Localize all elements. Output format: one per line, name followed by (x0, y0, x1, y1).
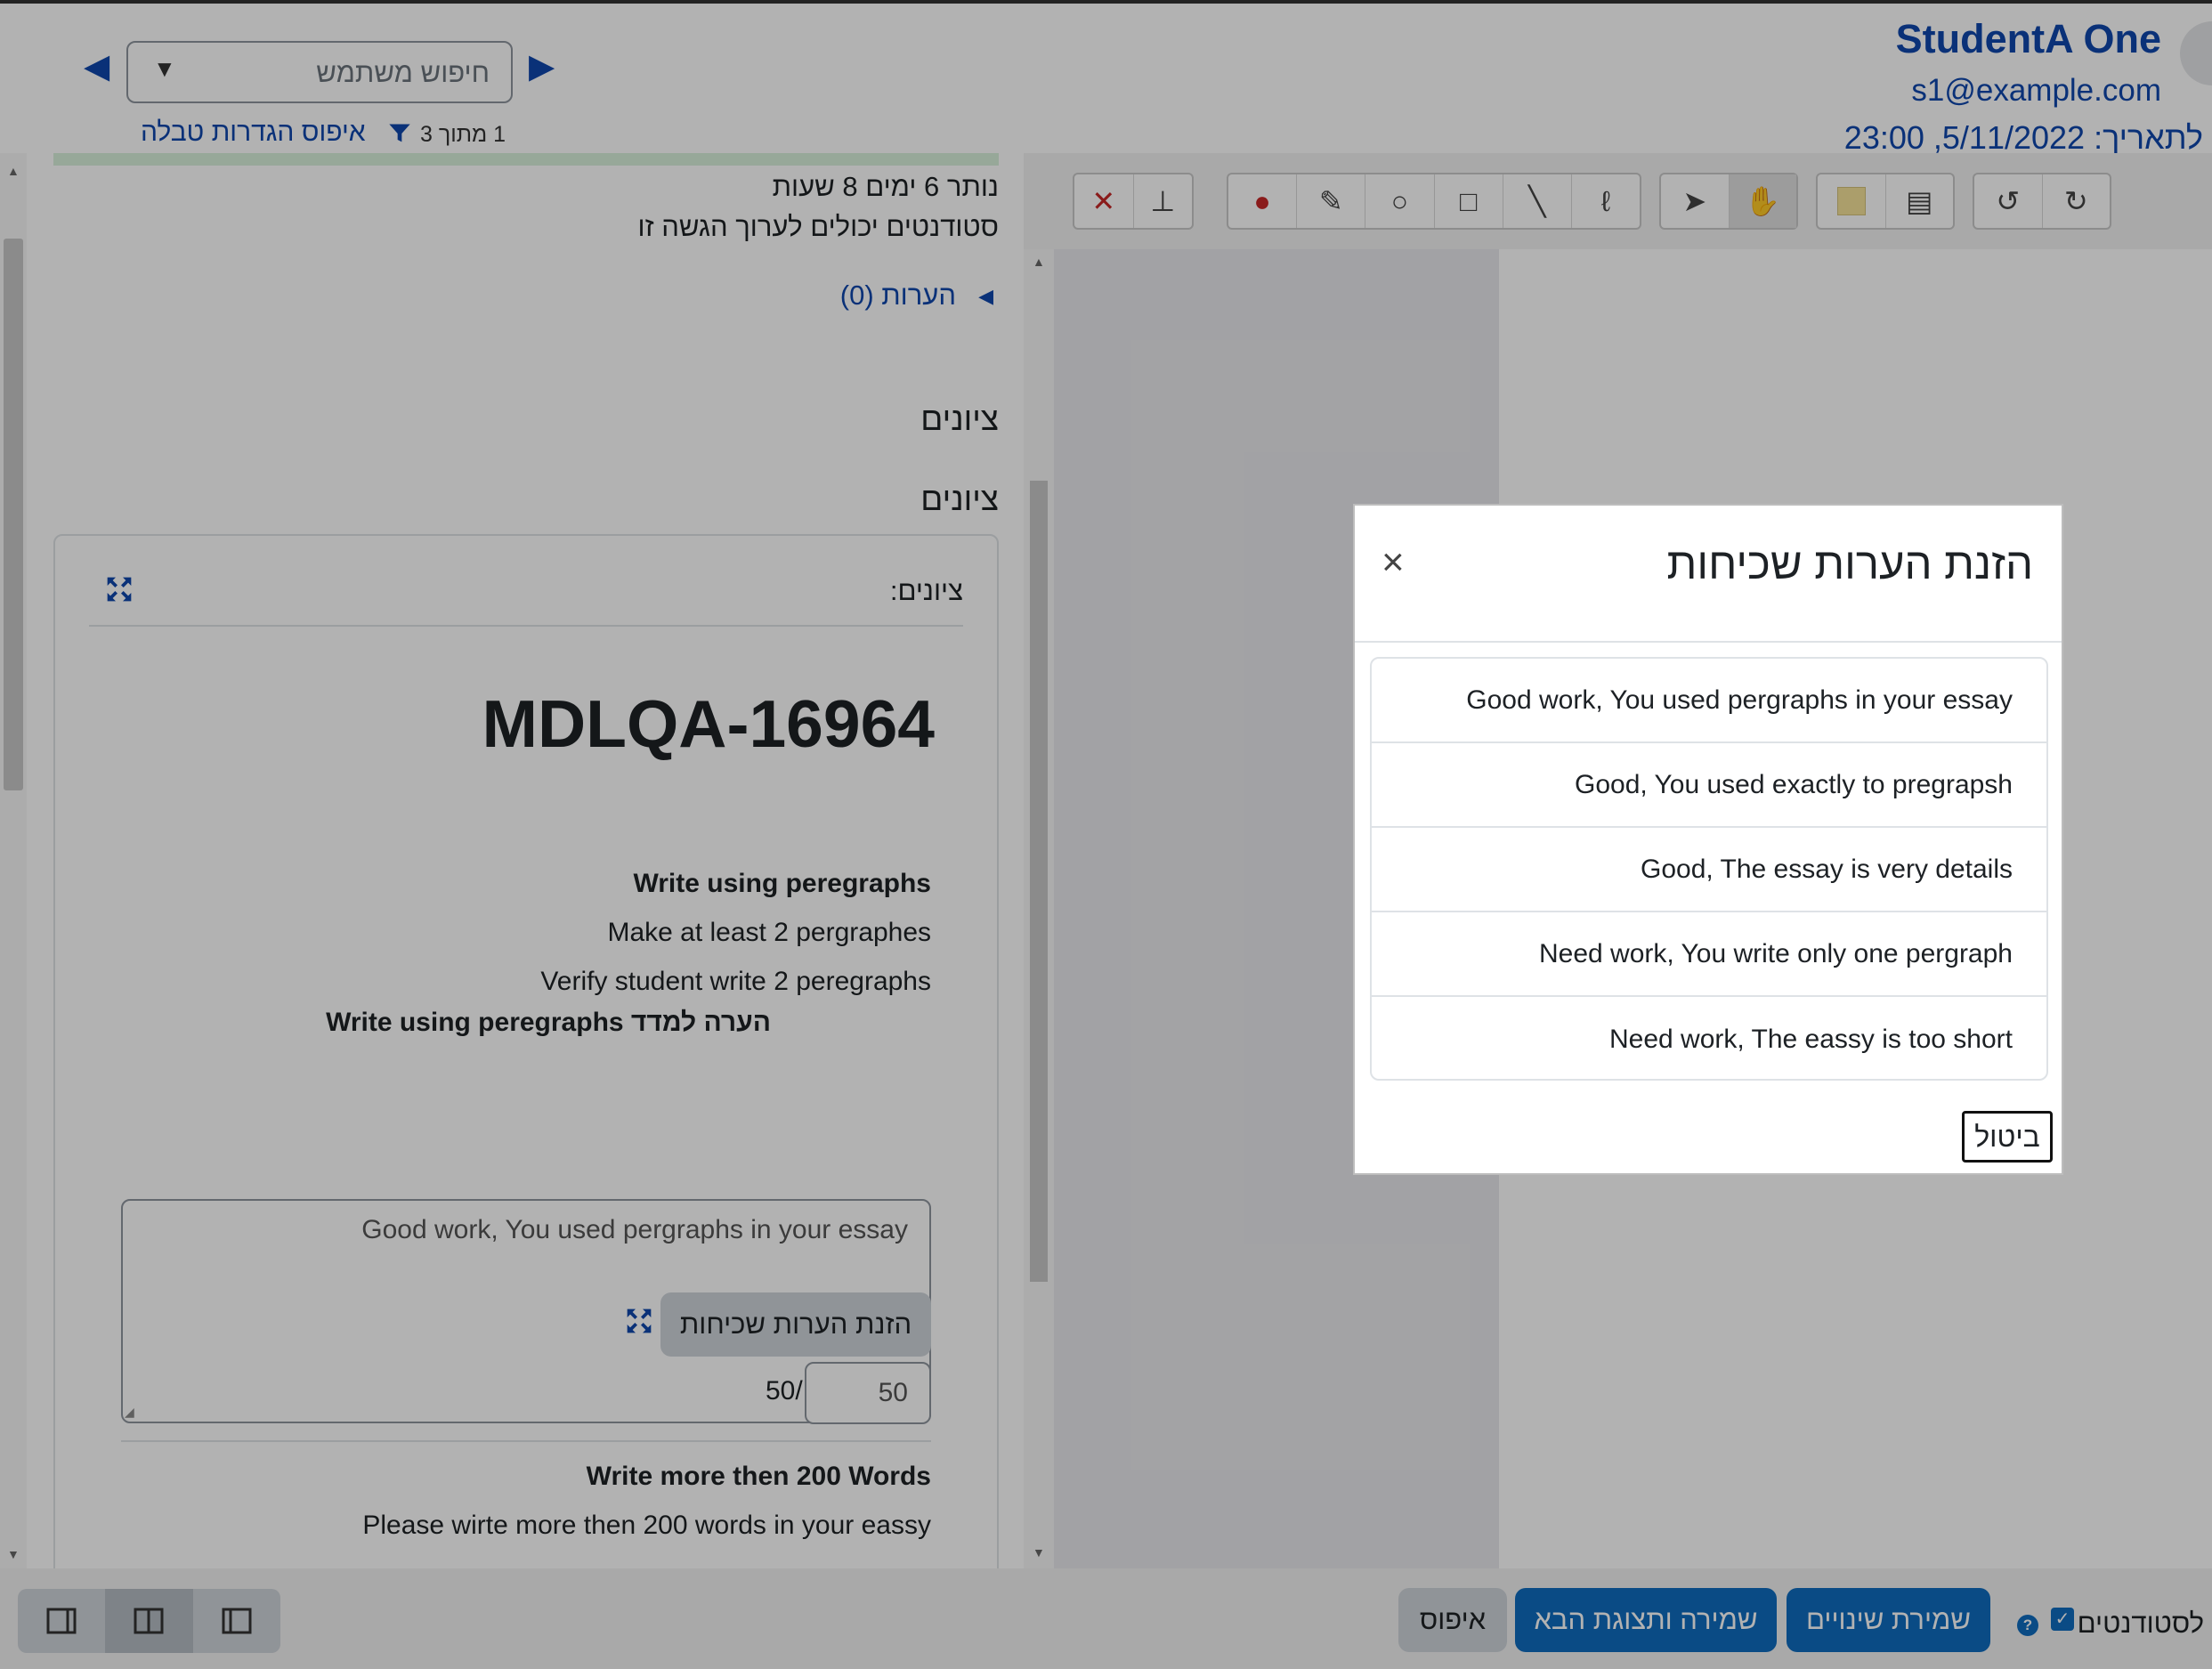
list-item[interactable]: Good work, You used pergraphs in your es… (1372, 659, 2046, 743)
list-item[interactable]: Good, You used exactly to pregrapsh (1372, 743, 2046, 828)
close-icon[interactable]: × (1381, 543, 1405, 582)
remarks-list: Good work, You used pergraphs in your es… (1370, 657, 2048, 1081)
frequent-remarks-dialog: הזנת הערות שכיחות × Good work, You used … (1353, 504, 2063, 1175)
dialog-title: הזנת הערות שכיחות (1666, 540, 2033, 588)
list-item[interactable]: Need work, You write only one pergraph (1372, 912, 2046, 997)
dialog-divider (1355, 641, 2062, 643)
cancel-button[interactable]: ביטול (1962, 1111, 2053, 1163)
list-item[interactable]: Need work, The eassy is too short (1372, 997, 2046, 1079)
list-item[interactable]: Good, The essay is very details (1372, 828, 2046, 912)
